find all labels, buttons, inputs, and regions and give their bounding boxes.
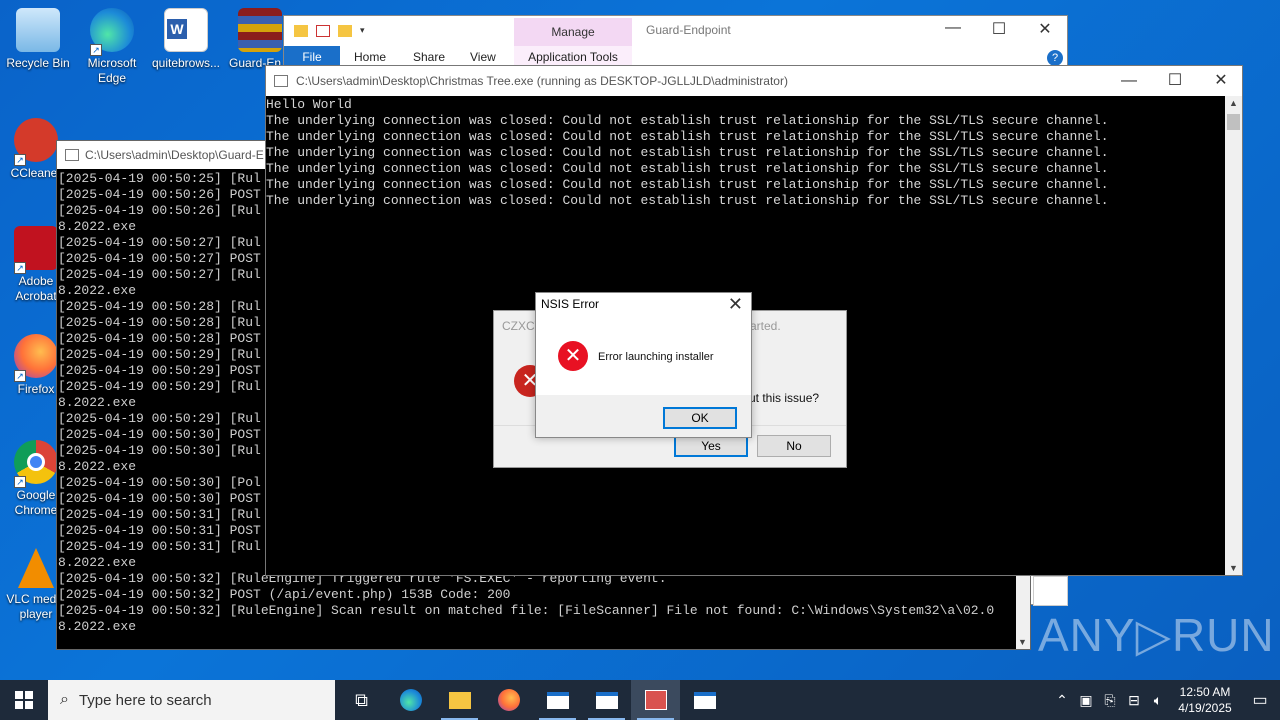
file-explorer-taskbar-icon[interactable] (435, 680, 484, 720)
firefox-icon: ↗ (14, 334, 58, 382)
task-view-icon[interactable]: ⧉ (337, 680, 386, 720)
taskbar: ⌕ Type here to search ⧉ ⌃ ▣ ⎘ ⊟ 🔈︎ 12:50… (0, 680, 1280, 720)
clock-time: 12:50 AM (1179, 685, 1231, 699)
chevron-down-icon[interactable]: ▾ (360, 25, 374, 37)
xmas-console-titlebar[interactable]: C:\Users\admin\Desktop\Christmas Tree.ex… (266, 66, 1242, 96)
xmas-console-title: C:\Users\admin\Desktop\Christmas Tree.ex… (296, 74, 788, 88)
new-folder-icon[interactable] (338, 25, 352, 37)
explorer-title: Guard-Endpoint (646, 23, 731, 37)
volume-icon[interactable]: 🔈︎ (1146, 692, 1170, 709)
firefox-taskbar-icon[interactable] (484, 680, 533, 720)
nsis-dialog-title: NSIS Error (541, 297, 600, 311)
properties-icon[interactable] (316, 25, 330, 37)
search-icon: ⌕ (60, 691, 69, 708)
console-line: The underlying connection was closed: Co… (266, 161, 1109, 176)
chevron-up-icon[interactable]: ⌃ (1050, 692, 1074, 709)
xmas-console-scrollbar[interactable]: ▲ ▼ (1225, 96, 1242, 575)
desktop-icon-edge[interactable]: ↗ Microsoft Edge (74, 8, 150, 86)
usb-icon[interactable]: ⎘ (1098, 692, 1122, 709)
scroll-down-icon[interactable]: ▼ (1018, 637, 1027, 647)
clock[interactable]: 12:50 AM 4/19/2025 (1170, 684, 1240, 716)
help-icon[interactable]: ? (1047, 50, 1063, 66)
nsis-error-message: Error launching installer (598, 351, 714, 363)
scroll-up-icon[interactable]: ▲ (1229, 98, 1238, 108)
desktop-icon-recycle-bin[interactable]: Recycle Bin (0, 8, 76, 71)
nsis-error-dialog[interactable]: NSIS Error ✕ ✕ Error launching installer… (535, 292, 752, 438)
desktop-icon-quitebrowser[interactable]: W quitebrows... (148, 8, 224, 71)
edge-icon: ↗ (90, 8, 134, 56)
console-line: [2025-04-19 00:50:32] [RuleEngine] Scan … (58, 603, 995, 618)
ok-button[interactable]: OK (663, 407, 737, 429)
yes-button[interactable]: Yes (674, 435, 748, 457)
recycle-bin-icon (16, 8, 60, 52)
console-line: The underlying connection was closed: Co… (266, 145, 1109, 160)
console-line: The underlying connection was closed: Co… (266, 113, 1109, 128)
notification-icon[interactable]: ▭ (1240, 690, 1280, 710)
maximize-button[interactable]: ☐ (976, 19, 1022, 39)
clock-date: 4/19/2025 (1178, 701, 1232, 715)
guard-console-title: C:\Users\admin\Desktop\Guard-E (85, 148, 264, 162)
minimize-button[interactable]: — (1106, 66, 1152, 96)
console-line: Hello World (266, 97, 352, 112)
close-icon[interactable]: ✕ (728, 294, 743, 315)
chrome-icon: ↗ (14, 440, 58, 488)
folder-icon[interactable] (294, 25, 308, 37)
app-taskbar-icon[interactable] (680, 680, 729, 720)
winrar-icon (238, 8, 282, 52)
console-taskbar-icon-2[interactable] (582, 680, 631, 720)
installer-taskbar-icon[interactable] (631, 680, 680, 720)
quick-access-toolbar: ▾ (284, 25, 374, 37)
scroll-down-icon[interactable]: ▼ (1229, 563, 1238, 573)
explorer-view-toggle[interactable] (1033, 576, 1068, 606)
czxcv-question-fragment: ut this issue? (749, 391, 820, 405)
maximize-button[interactable]: ☐ (1152, 66, 1198, 96)
console-line: The underlying connection was closed: Co… (266, 129, 1109, 144)
system-tray: ⌃ ▣ ⎘ ⊟ 🔈︎ 12:50 AM 4/19/2025 ▭ (1050, 680, 1280, 720)
word-document-icon: W (164, 8, 208, 52)
console-line: The underlying connection was closed: Co… (266, 193, 1109, 208)
defender-icon[interactable]: ▣ (1074, 692, 1098, 709)
ccleaner-icon: ↗ (14, 118, 58, 166)
czxcv-message-fragment: arted. (750, 319, 781, 333)
start-button[interactable] (0, 680, 48, 720)
explorer-titlebar[interactable]: ▾ Manage Guard-Endpoint — ☐ ✕ (284, 16, 1067, 46)
desktop-icon-label: Recycle Bin (6, 56, 70, 70)
taskbar-search-box[interactable]: ⌕ Type here to search (48, 680, 335, 720)
no-button[interactable]: No (757, 435, 831, 457)
desktop-icon-label: quitebrows... (151, 56, 221, 70)
manage-tab-header[interactable]: Manage (514, 18, 632, 46)
console-line: [2025-04-19 00:50:32] POST (/api/event.p… (58, 587, 511, 602)
network-icon[interactable]: ⊟ (1122, 692, 1146, 709)
minimize-button[interactable]: — (930, 19, 976, 37)
desktop-icon-label: Microsoft Edge (87, 56, 137, 85)
windows-logo-icon (15, 691, 33, 709)
close-button[interactable]: ✕ (1198, 66, 1244, 96)
scrollbar-thumb[interactable] (1227, 114, 1240, 130)
console-app-icon (274, 75, 288, 87)
error-icon: ✕ (558, 341, 588, 371)
anyrun-watermark: ANY▷RUN (1038, 609, 1275, 661)
search-placeholder: Type here to search (78, 691, 212, 709)
console-app-icon (65, 149, 79, 161)
vlc-cone-icon (18, 548, 54, 588)
close-button[interactable]: ✕ (1022, 19, 1068, 39)
console-line: The underlying connection was closed: Co… (266, 177, 1109, 192)
console-taskbar-icon[interactable] (533, 680, 582, 720)
acrobat-icon: ↗ (14, 226, 58, 274)
console-line: 8.2022.exe (58, 619, 137, 634)
edge-taskbar-icon[interactable] (386, 680, 435, 720)
